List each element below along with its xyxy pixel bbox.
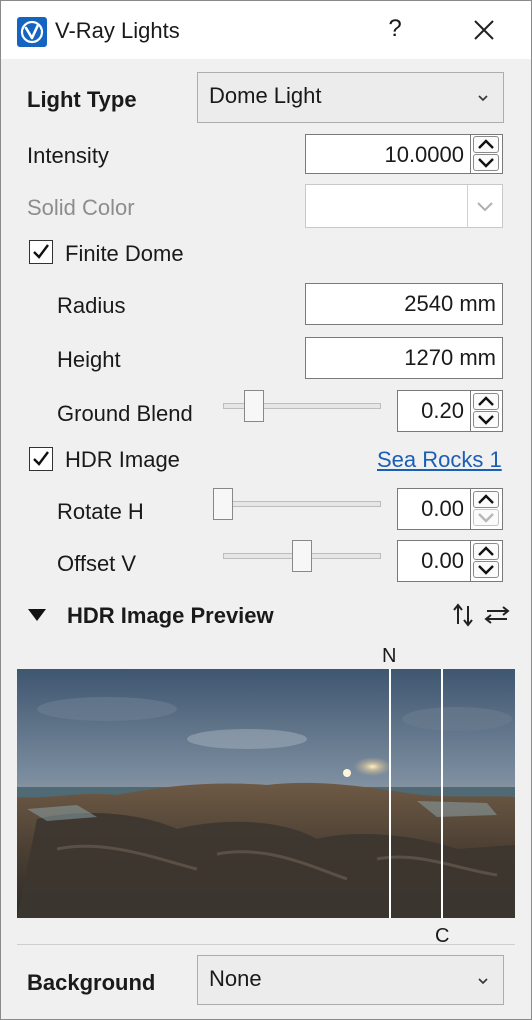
radius-value: 2540 mm (404, 291, 496, 316)
flip-vertical-icon[interactable] (451, 602, 475, 633)
background-label: Background (27, 970, 156, 995)
light-type-value: Dome Light (209, 83, 322, 108)
offset-v-spinner (470, 541, 502, 581)
finite-dome-checkbox[interactable] (29, 240, 53, 264)
spin-down-icon[interactable] (473, 411, 499, 428)
light-type-dropdown[interactable]: Dome Light (197, 72, 504, 123)
offset-v-label: Offset V (57, 551, 137, 576)
chevron-down-icon (477, 202, 493, 212)
rotate-h-value: 0.00 (421, 496, 464, 521)
solid-color-picker[interactable] (305, 184, 503, 228)
offset-v-field[interactable]: 0.00 (397, 540, 503, 582)
spin-up-icon[interactable] (473, 543, 499, 560)
finite-dome-label: Finite Dome (65, 241, 184, 266)
rotate-h-label: Rotate H (57, 499, 144, 524)
rotate-h-slider-handle[interactable] (213, 488, 233, 520)
help-button[interactable]: ? (385, 15, 405, 43)
solid-color-label: Solid Color (27, 195, 135, 220)
spin-up-icon[interactable] (473, 491, 499, 508)
ground-blend-field[interactable]: 0.20 (397, 390, 503, 432)
solid-color-dropdown-button[interactable] (467, 185, 502, 227)
intensity-label: Intensity (27, 143, 109, 168)
intensity-spinner (470, 135, 502, 173)
vray-lights-window: V-Ray Lights ? Light Type Dome Light Int… (0, 0, 532, 1020)
radius-label: Radius (57, 293, 126, 318)
ground-blend-value: 0.20 (421, 398, 464, 423)
hdr-preview-section-label[interactable]: HDR Image Preview (67, 603, 274, 629)
background-value: None (209, 966, 262, 991)
chevron-down-icon (477, 89, 489, 107)
ground-blend-label: Ground Blend (57, 401, 193, 426)
vray-logo-icon (17, 17, 47, 47)
flip-horizontal-icon[interactable] (483, 603, 511, 632)
height-label: Height (57, 347, 121, 372)
hdr-image-file-link[interactable]: Sea Rocks 1 (377, 447, 502, 473)
intensity-value: 10.0000 (384, 142, 464, 167)
triangle-down-icon[interactable] (27, 607, 47, 628)
hdr-image-label: HDR Image (65, 447, 180, 472)
height-value: 1270 mm (404, 345, 496, 370)
north-marker-label: N (382, 645, 397, 667)
checkmark-icon (33, 244, 49, 259)
radius-field[interactable]: 2540 mm (305, 283, 503, 325)
spin-down-icon[interactable] (473, 509, 499, 526)
rotate-h-slider[interactable] (223, 501, 381, 507)
chevron-down-icon (477, 972, 489, 990)
spin-up-icon[interactable] (473, 136, 499, 153)
divider (17, 944, 515, 945)
spin-down-icon[interactable] (473, 154, 499, 171)
hdr-image-checkbox[interactable] (29, 447, 53, 471)
checkmark-icon (33, 451, 49, 466)
rotate-h-field[interactable]: 0.00 (397, 488, 503, 530)
north-marker-line[interactable] (389, 669, 391, 918)
light-type-label: Light Type (27, 87, 137, 112)
title-bar[interactable]: V-Ray Lights ? (1, 1, 531, 59)
spin-up-icon[interactable] (473, 393, 499, 410)
center-marker-line[interactable] (441, 669, 443, 918)
ground-blend-slider-handle[interactable] (244, 390, 264, 422)
spin-down-icon[interactable] (473, 561, 499, 578)
intensity-field[interactable]: 10.0000 (305, 134, 503, 174)
ground-blend-spinner (470, 391, 502, 431)
background-dropdown[interactable]: None (197, 955, 504, 1005)
height-field[interactable]: 1270 mm (305, 337, 503, 379)
window-title: V-Ray Lights (55, 18, 180, 43)
hdr-preview-image[interactable] (17, 669, 515, 918)
close-icon[interactable] (471, 17, 497, 43)
offset-v-value: 0.00 (421, 548, 464, 573)
rotate-h-spinner (470, 489, 502, 529)
offset-v-slider-handle[interactable] (292, 540, 312, 572)
